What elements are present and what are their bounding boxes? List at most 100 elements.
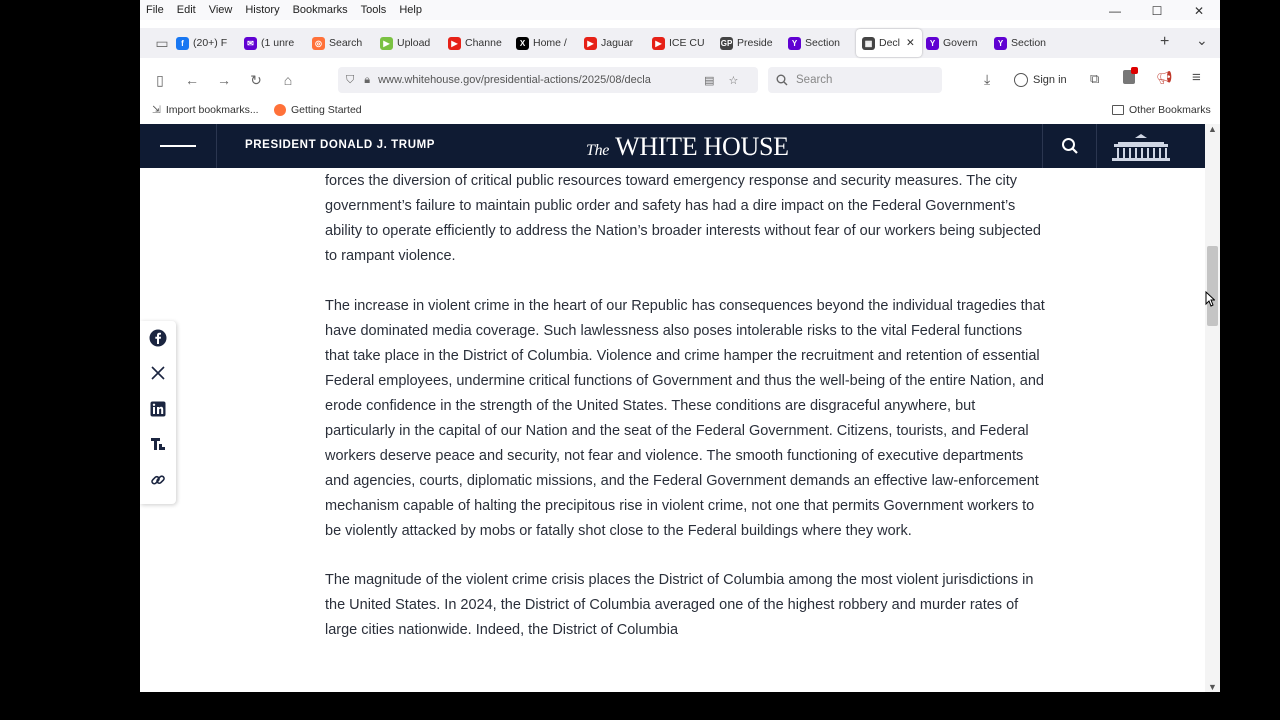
facebook-icon[interactable]: [149, 329, 167, 347]
white-house-wordmark[interactable]: The WHITE HOUSE: [586, 132, 789, 162]
tab-favicon-icon: f: [176, 36, 189, 50]
page-scrollbar[interactable]: ▲ ▼: [1205, 124, 1220, 692]
wordmark-title: WHITE HOUSE: [615, 132, 789, 161]
home-button[interactable]: ⌂: [272, 72, 304, 88]
search-icon: [776, 74, 788, 86]
folder-icon: [1112, 105, 1124, 115]
tracking-shield-icon[interactable]: ⛉: [346, 74, 354, 87]
sign-in-button[interactable]: Sign in: [1014, 70, 1067, 90]
menu-file[interactable]: File: [146, 4, 164, 16]
scroll-up-arrow-icon[interactable]: ▲: [1208, 124, 1217, 134]
link-icon[interactable]: [149, 471, 167, 489]
browser-tab[interactable]: Y Govern: [926, 29, 990, 57]
search-bar[interactable]: Search: [768, 67, 942, 93]
tab-label: Home /: [533, 37, 567, 49]
import-bookmarks-item[interactable]: ⇲ Import bookmarks...: [152, 104, 259, 116]
tab-label: Preside: [737, 37, 773, 49]
url-bar[interactable]: ⛉ 🔒︎ www.whitehouse.gov/presidential-act…: [338, 67, 758, 93]
menu-view[interactable]: View: [209, 4, 233, 16]
tab-label: Search: [329, 37, 363, 49]
browser-tab[interactable]: ▶ Channe: [448, 29, 512, 57]
menu-history[interactable]: History: [245, 4, 279, 16]
menu-bookmarks[interactable]: Bookmarks: [293, 4, 348, 16]
getting-started-item[interactable]: Getting Started: [274, 104, 362, 116]
browser-tab[interactable]: ▶ ICE CU: [652, 29, 716, 57]
scrollbar-thumb[interactable]: [1207, 246, 1218, 326]
browser-tab[interactable]: Y Section: [788, 29, 852, 57]
browser-tab[interactable]: ▦ Decl ✕: [856, 29, 922, 57]
tab-label: Upload: [397, 37, 431, 49]
x-icon[interactable]: [149, 364, 167, 382]
browser-window: File Edit View History Bookmarks Tools H…: [140, 0, 1220, 692]
lock-icon: 🔒︎: [364, 73, 371, 86]
mouse-cursor-icon: [1205, 291, 1215, 307]
browser-tab[interactable]: f (20+) F: [176, 29, 240, 57]
tab-favicon-icon: ▦: [862, 36, 875, 50]
new-tab-button[interactable]: +: [1160, 33, 1169, 51]
browser-tab[interactable]: ▶ Upload: [380, 29, 444, 57]
app-menu-icon[interactable]: ≡: [1192, 69, 1201, 86]
menu-tools[interactable]: Tools: [361, 4, 387, 16]
browser-tab[interactable]: ▶ Jaguar: [584, 29, 648, 57]
linkedin-icon[interactable]: [149, 400, 167, 418]
megaphone-icon[interactable]: 📢︎: [1156, 70, 1173, 86]
account-icon: [1014, 73, 1028, 87]
tab-favicon-icon: Y: [788, 36, 801, 50]
truth-social-icon[interactable]: [149, 435, 167, 453]
tab-label: ICE CU: [669, 37, 705, 49]
tab-favicon-icon: ✉: [244, 36, 257, 50]
white-house-building-icon[interactable]: [1110, 132, 1172, 162]
window-controls: — ☐ ✕: [1094, 0, 1220, 24]
tab-favicon-icon: GP: [720, 36, 733, 50]
bookmark-star-icon[interactable]: ☆: [729, 74, 739, 87]
menu-edit[interactable]: Edit: [177, 4, 196, 16]
import-icon: ⇲: [152, 104, 161, 116]
site-header: PRESIDENT DONALD J. TRUMP The WHITE HOUSE: [140, 124, 1205, 168]
site-search-button[interactable]: [1042, 124, 1097, 168]
browser-tab[interactable]: Y Section: [994, 29, 1058, 57]
search-icon: [1061, 138, 1078, 154]
browser-tab[interactable]: X Home /: [516, 29, 580, 57]
back-button[interactable]: ←: [176, 72, 208, 88]
extensions-icon[interactable]: ⧉: [1090, 71, 1099, 87]
getting-started-label: Getting Started: [291, 104, 362, 116]
article-paragraph: forces the diversion of critical public …: [325, 173, 1042, 264]
tab-label: (20+) F: [193, 37, 228, 49]
reload-button[interactable]: ↻: [240, 72, 272, 89]
forward-button[interactable]: →: [208, 72, 240, 88]
firefox-icon: [274, 104, 286, 116]
browser-tab[interactable]: ◎ Search: [312, 29, 376, 57]
tab-favicon-icon: ▶: [652, 36, 665, 50]
tab-favicon-icon: Y: [994, 36, 1007, 50]
tab-close-icon[interactable]: ✕: [906, 37, 915, 49]
article-paragraph: The magnitude of the violent crime crisi…: [325, 572, 1034, 638]
scroll-down-arrow-icon[interactable]: ▼: [1208, 682, 1217, 692]
firefox-view-icon[interactable]: ▭: [148, 35, 176, 52]
browser-tab[interactable]: GP Preside: [720, 29, 784, 57]
tab-favicon-icon: Y: [926, 36, 939, 50]
downloads-icon[interactable]: ⤓: [984, 71, 990, 88]
tab-favicon-icon: ▶: [584, 36, 597, 50]
tab-label: Section: [1011, 37, 1047, 49]
list-tabs-button[interactable]: ⌄: [1196, 32, 1208, 49]
maximize-button[interactable]: ☐: [1136, 0, 1178, 24]
navigation-toolbar: ▯ ← → ↻ ⌂ ⛉ 🔒︎ www.whitehouse.gov/presid…: [140, 62, 1220, 98]
hamburger-menu-icon[interactable]: [140, 124, 217, 168]
tab-favicon-icon: ▶: [380, 36, 393, 50]
addon-icon[interactable]: [1123, 67, 1138, 84]
minimize-button[interactable]: —: [1094, 0, 1136, 24]
tab-strip: ▭ f (20+) F ✉ (1 unre ◎ Search ▶ Upload ▶ Channe X…: [140, 28, 1220, 58]
president-name-link[interactable]: PRESIDENT DONALD J. TRUMP: [245, 139, 435, 151]
tab-label: Decl: [879, 37, 901, 49]
article-paragraph: The increase in violent crime in the hea…: [325, 297, 1045, 539]
reader-view-icon[interactable]: ▤: [704, 74, 714, 87]
bookmarks-bar: ⇲ Import bookmarks... Getting Started Ot…: [140, 100, 1220, 122]
tab-favicon-icon: ◎: [312, 36, 325, 50]
other-bookmarks-item[interactable]: Other Bookmarks: [1112, 104, 1211, 116]
browser-tab[interactable]: ✉ (1 unre: [244, 29, 308, 57]
menu-help[interactable]: Help: [399, 4, 422, 16]
url-text[interactable]: www.whitehouse.gov/presidential-actions/…: [378, 74, 698, 86]
close-window-button[interactable]: ✕: [1178, 0, 1220, 24]
tab-favicon-icon: X: [516, 36, 529, 50]
sidebar-icon[interactable]: ▯: [144, 72, 176, 89]
